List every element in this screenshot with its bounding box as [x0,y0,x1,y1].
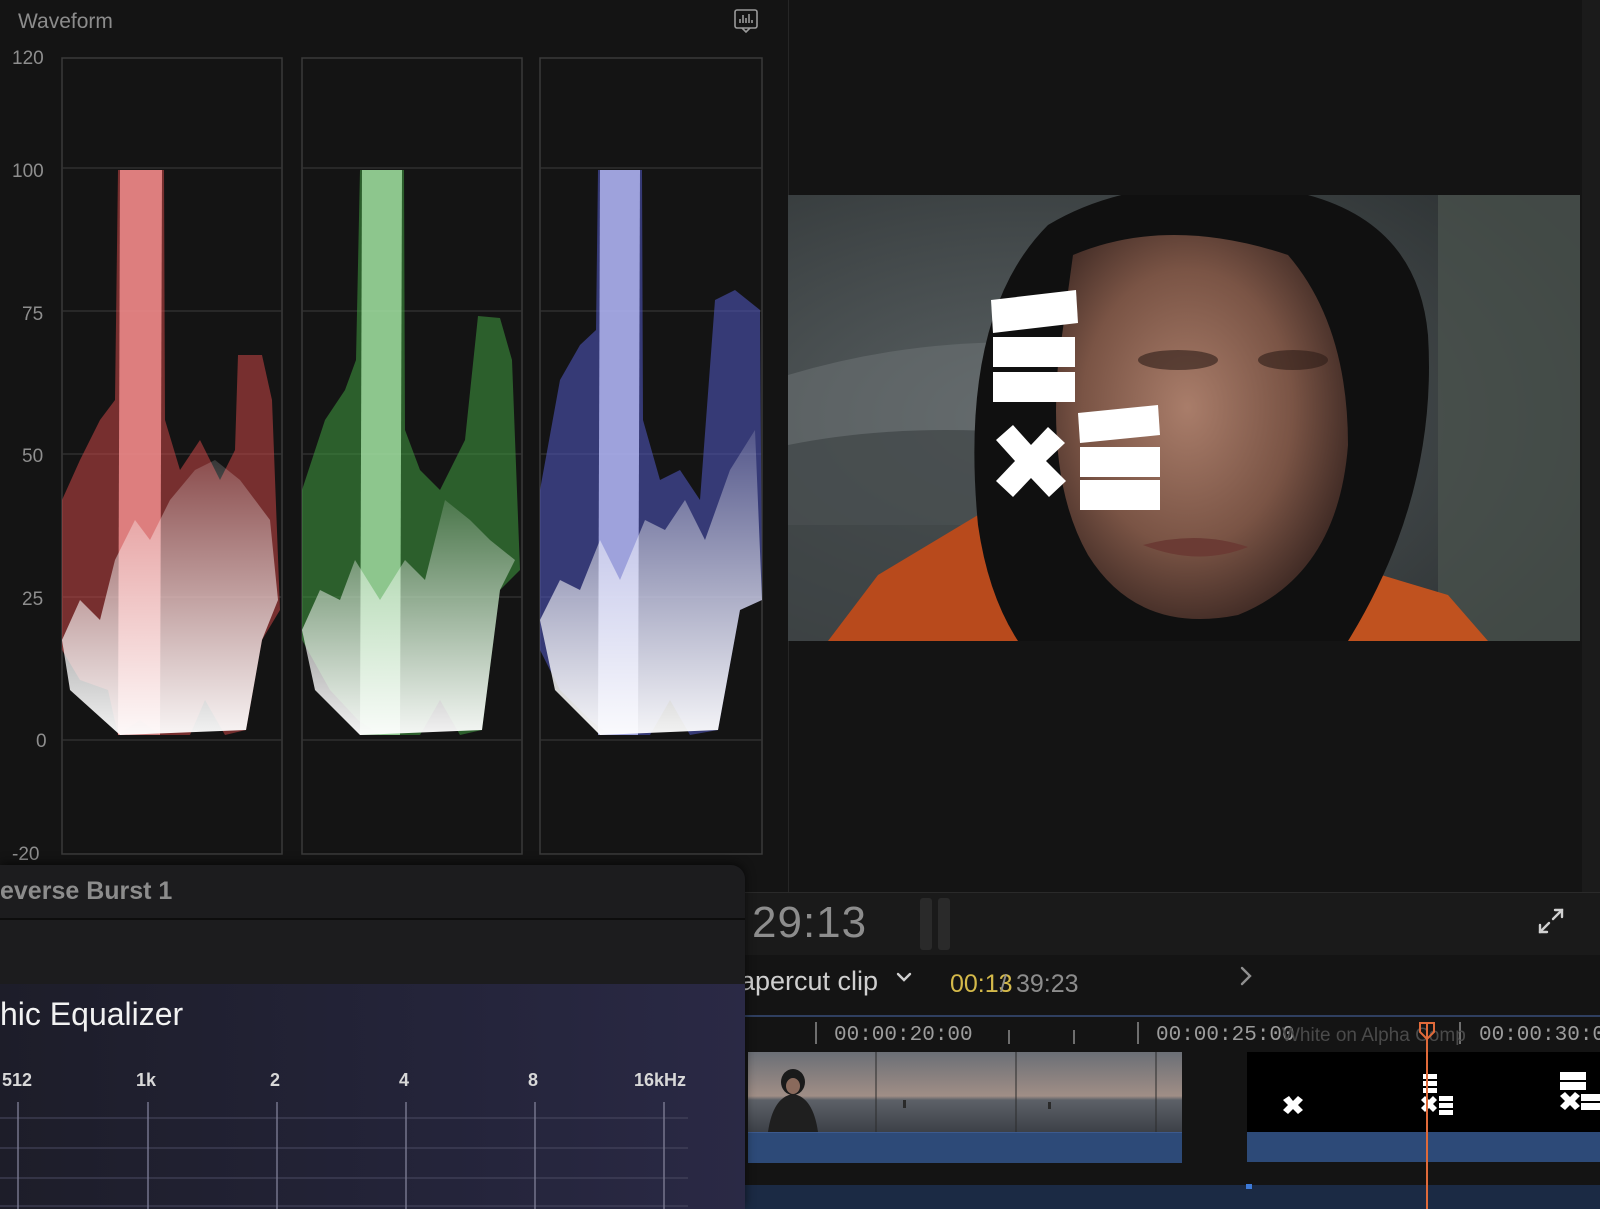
eq-band-label: 512 [2,1070,33,1090]
inspector-edge [1582,0,1600,892]
lane-marker [1246,1184,1252,1189]
y-label-0: 0 [36,731,47,752]
ruler-tick [1073,1030,1075,1044]
playhead[interactable] [1426,1022,1428,1209]
title-clip-audio-lane[interactable] [1247,1132,1600,1162]
y-label-neg20: -20 [12,844,39,865]
ruler-label: 00:00:25:00 [1156,1024,1295,1047]
ruler-tick [1008,1030,1010,1044]
divider [0,918,745,920]
y-label-120: 120 [12,48,44,69]
audio-level-meters [920,898,950,950]
eq-band-label: 2 [270,1070,281,1090]
audio-waveform-clip[interactable] [748,1132,1182,1163]
fullscreen-icon[interactable] [1536,906,1566,936]
chevron-right-icon[interactable] [1238,964,1254,988]
red-channel-trace [62,170,280,735]
ruler-tick [815,1022,817,1044]
title-clip[interactable] [1247,1052,1600,1132]
green-channel-trace [302,170,520,735]
timeline-lower-lane [742,1185,1600,1209]
ruler-tick [1137,1022,1139,1044]
waveform-scope: 120 100 75 50 25 0 -20 [12,48,763,865]
waveform-title: Waveform [18,10,113,33]
blue-channel-trace [540,170,762,735]
playhead-handle-icon[interactable] [1419,1022,1435,1040]
viewer-transport-bar [742,892,1600,955]
ruler-label: 00:00:30:00 [1479,1024,1600,1047]
y-label-50: 50 [22,446,43,467]
y-label-25: 25 [22,589,43,610]
effect-title: everse Burst 1 [0,877,173,905]
timeline-total-time: 39:23 [1016,970,1079,998]
ruler-label: 00:00:20:00 [834,1024,973,1047]
eq-band-label: 1k [136,1070,157,1090]
project-name-menu[interactable]: apercut clip [740,966,878,997]
time-separator: / [1000,970,1007,998]
ghost-clip-title: White on Alpha Comp [1282,1025,1466,1046]
chevron-down-icon[interactable] [895,970,913,984]
waveform-settings-icon[interactable] [733,8,759,34]
viewer-timecode: 29:13 [752,898,868,947]
eq-band-label: 4 [399,1070,410,1090]
eq-band-label: 16kHz [634,1070,687,1090]
eq-grid[interactable] [0,1094,700,1209]
equalizer-title: hic Equalizer [0,996,184,1032]
eq-band-label: 8 [528,1070,539,1090]
y-label-100: 100 [12,161,44,182]
video-frame[interactable] [788,195,1580,641]
y-label-75: 75 [22,304,43,325]
video-clip-thumbnails[interactable] [748,1052,1182,1132]
